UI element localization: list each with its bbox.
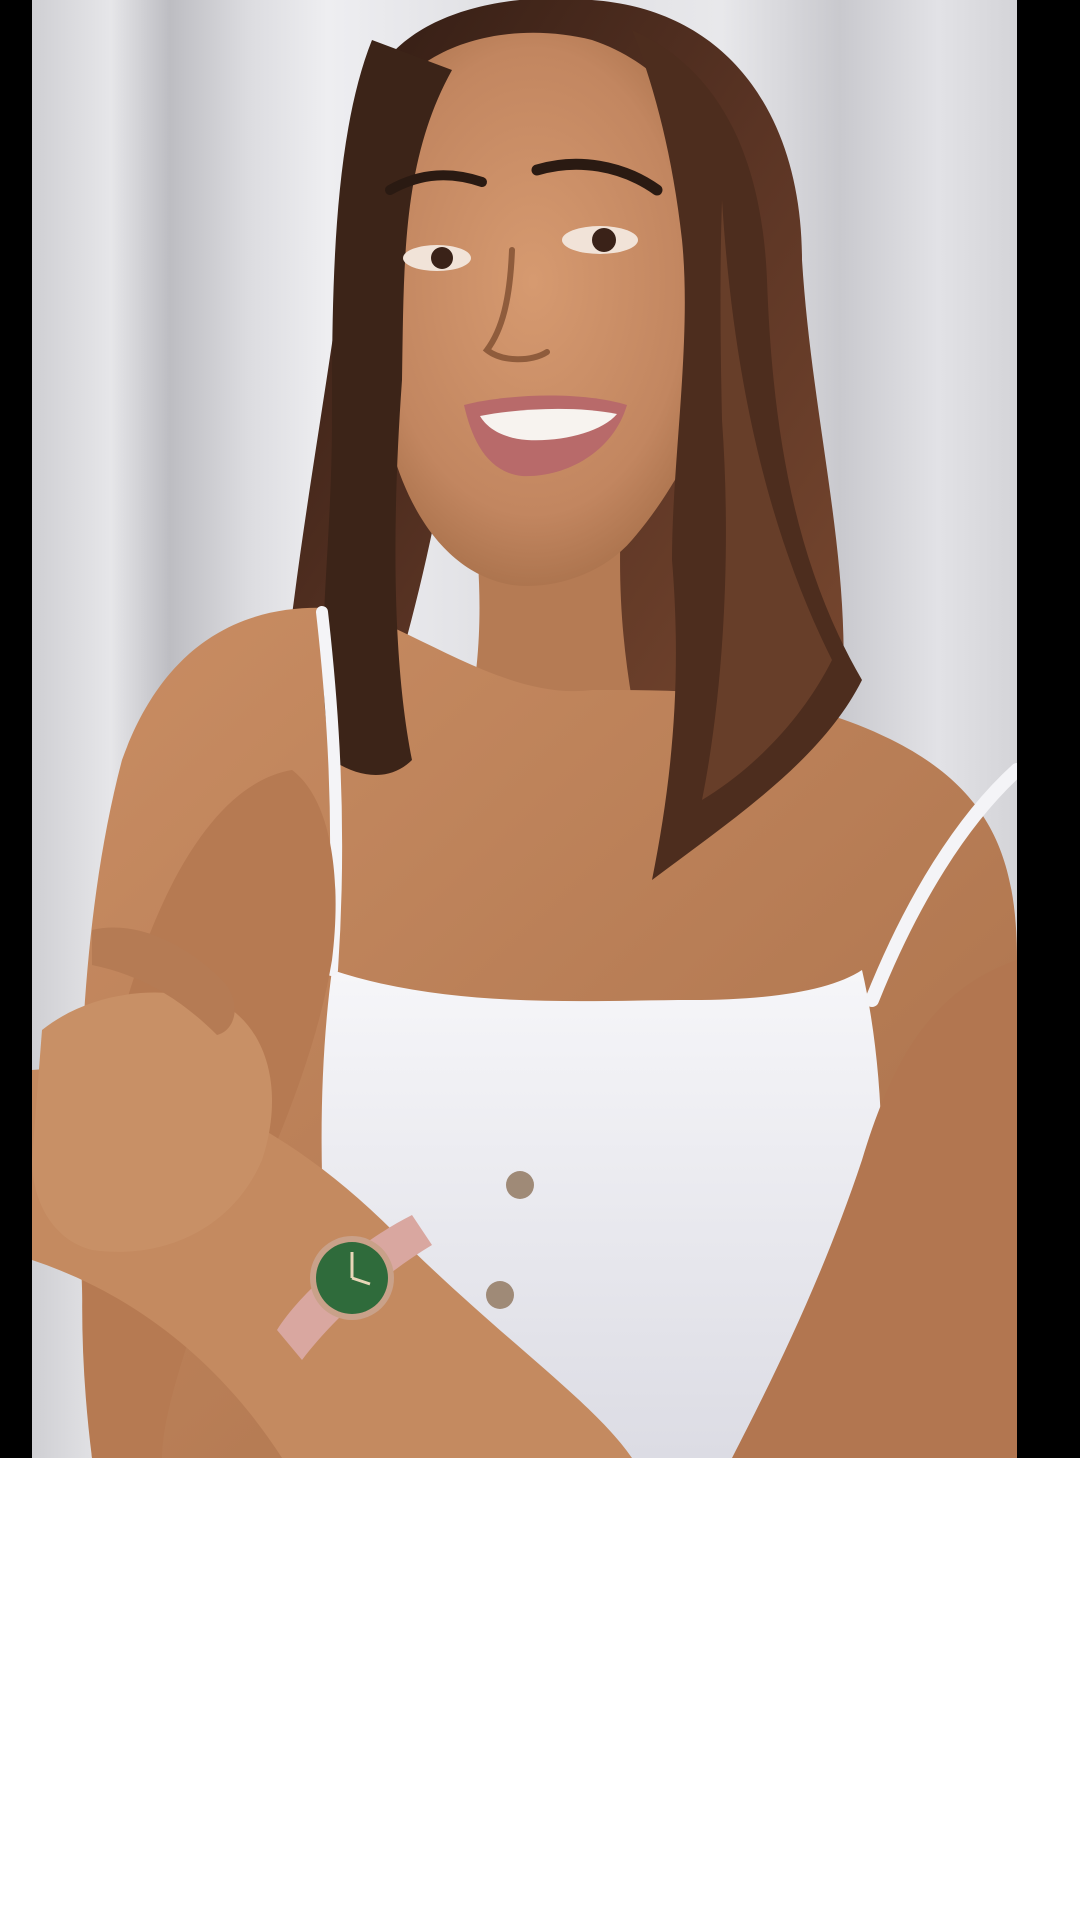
top-button-2 bbox=[486, 1281, 514, 1309]
portrait-photo bbox=[32, 0, 1017, 1458]
blank-bottom-area bbox=[0, 1458, 1080, 1920]
portrait-illustration bbox=[32, 0, 1017, 1458]
photo-letterbox bbox=[0, 0, 1080, 1458]
page bbox=[0, 0, 1080, 1920]
top-button-1 bbox=[506, 1171, 534, 1199]
right-iris bbox=[592, 228, 616, 252]
left-iris bbox=[431, 247, 453, 269]
